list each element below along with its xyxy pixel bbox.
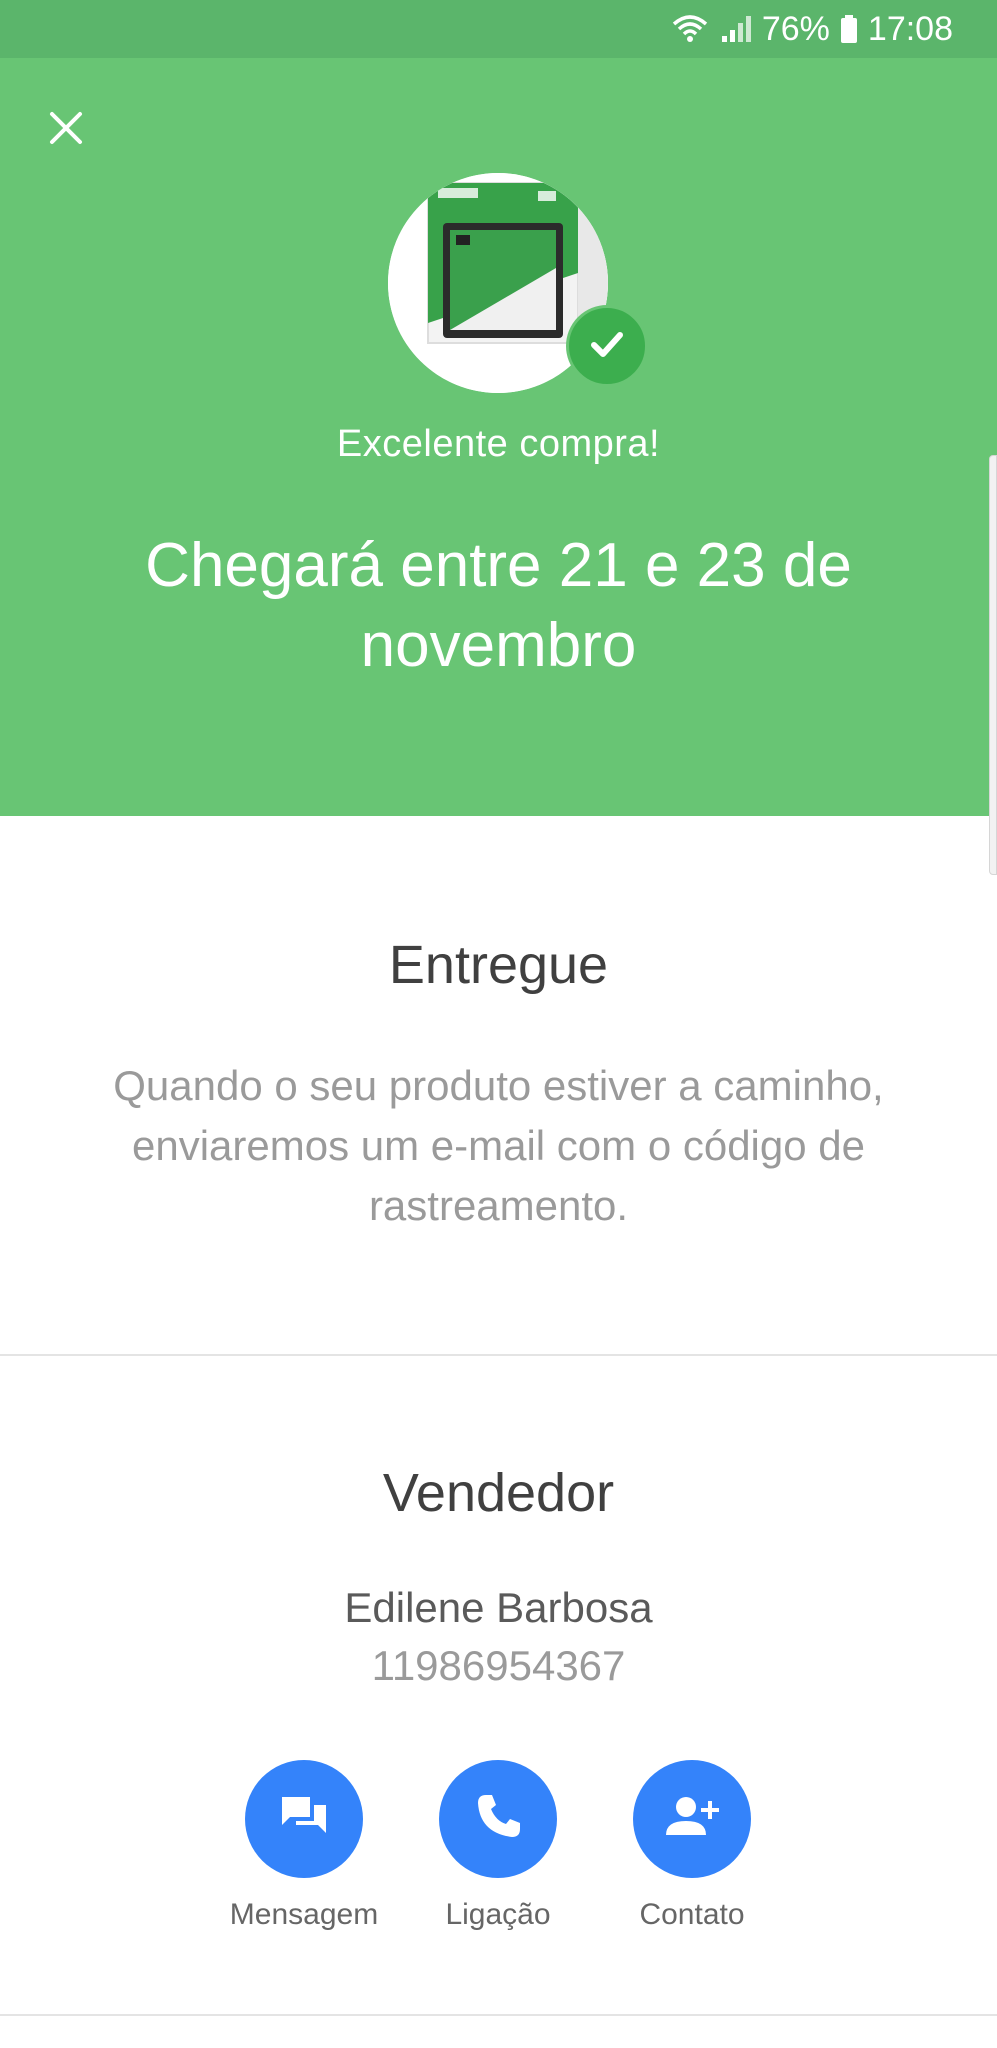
message-icon	[278, 1791, 330, 1848]
delivery-section: Entregue Quando o seu produto estiver a …	[0, 816, 997, 1356]
purchase-confirmation-header: Excelente compra! Chegará entre 21 e 23 …	[0, 58, 997, 816]
status-bar: 76% 17:08	[0, 0, 997, 58]
wifi-icon	[670, 14, 710, 44]
contact-label: Contato	[639, 1898, 745, 1931]
battery-icon	[840, 14, 858, 44]
message-label: Mensagem	[229, 1898, 379, 1931]
seller-title: Vendedor	[382, 1463, 615, 1523]
signal-icon	[720, 14, 752, 44]
battery-percent: 76%	[761, 9, 830, 48]
close-icon[interactable]	[44, 106, 88, 150]
seller-section: Vendedor Edilene Barbosa 11986954367 Men…	[0, 1356, 997, 2016]
delivery-status-title: Entregue	[388, 935, 609, 995]
delivery-description: Quando o seu produto estiver a caminho, …	[113, 1062, 884, 1229]
call-button-circle[interactable]	[439, 1760, 557, 1878]
seller-actions: Mensagem Ligação Contato	[0, 1760, 997, 1960]
call-button[interactable]: Ligação	[398, 1760, 598, 1932]
phone-icon	[472, 1791, 524, 1848]
clock: 17:08	[867, 9, 953, 48]
check-icon	[585, 322, 629, 371]
status-icons: 76% 17:08	[670, 10, 953, 49]
add-contact-button[interactable]: Contato	[592, 1760, 792, 1932]
delivery-estimate: Chegará entre 21 e 23 de novembro	[145, 531, 852, 680]
add-contact-button-circle[interactable]	[633, 1760, 751, 1878]
add-contact-icon	[662, 1791, 722, 1848]
product-thumbnail	[388, 173, 648, 393]
call-label: Ligação	[445, 1898, 551, 1931]
success-badge	[566, 305, 648, 387]
seller-name: Edilene Barbosa	[344, 1584, 653, 1631]
scrollbar[interactable]	[989, 455, 997, 875]
message-button[interactable]: Mensagem	[204, 1760, 404, 1932]
message-button-circle[interactable]	[245, 1760, 363, 1878]
seller-phone: 11986954367	[371, 1642, 626, 1689]
purchase-subtitle: Excelente compra!	[336, 423, 661, 465]
